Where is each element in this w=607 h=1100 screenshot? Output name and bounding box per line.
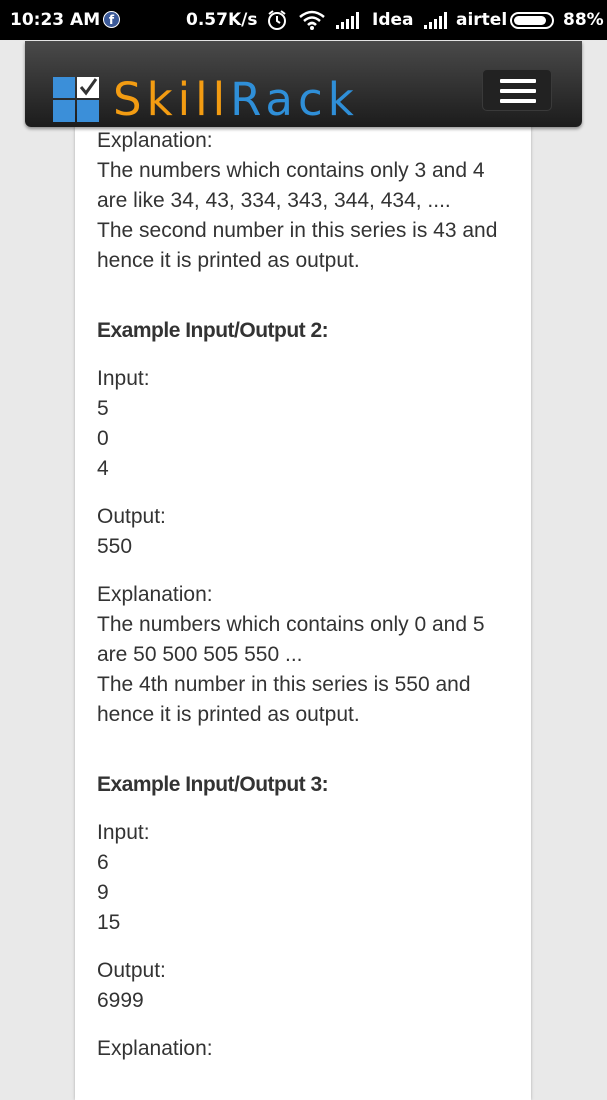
facebook-icon: f bbox=[103, 11, 120, 28]
wifi-icon bbox=[299, 10, 325, 30]
skillrack-logo-icon bbox=[53, 77, 99, 122]
signal-icon bbox=[336, 12, 359, 29]
example-2-explanation-line: The 4th number in this series is 550 and bbox=[97, 673, 471, 696]
problem-description: Explanation: The numbers which contains … bbox=[97, 126, 517, 1064]
example-2-explanation-line: hence it is printed as output. bbox=[97, 703, 360, 726]
status-time: 10:23 AM bbox=[10, 10, 101, 30]
carrier-airtel: airtel bbox=[456, 10, 508, 30]
explanation-line: The numbers which contains only 3 and 4 bbox=[97, 159, 485, 182]
explanation-line: The second number in this series is 43 a… bbox=[97, 219, 498, 242]
example-3-explanation-label: Explanation: bbox=[97, 1037, 213, 1060]
battery-percent: 88% bbox=[563, 10, 604, 30]
example-2-output-value: 550 bbox=[97, 535, 133, 558]
example-3-heading: Example Input/Output 3: bbox=[97, 773, 329, 796]
problem-content-card: Explanation: The numbers which contains … bbox=[75, 110, 531, 1100]
brand-rack: Rack bbox=[230, 73, 359, 126]
explanation-line: hence it is printed as output. bbox=[97, 249, 360, 272]
example-2-input-label: Input: bbox=[97, 367, 150, 390]
explanation-line: are like 34, 43, 334, 343, 344, 434, ...… bbox=[97, 189, 451, 212]
example-2-output-label: Output: bbox=[97, 505, 166, 528]
alarm-icon bbox=[268, 10, 286, 30]
signal-icon bbox=[424, 12, 447, 29]
battery-icon bbox=[510, 12, 554, 29]
example-2-input-line: 5 bbox=[97, 397, 109, 420]
example-3-output-value: 6999 bbox=[97, 989, 144, 1012]
brand-logo-text[interactable]: SkillRack bbox=[113, 70, 359, 130]
example-2-explanation-line: The numbers which contains only 0 and 5 bbox=[97, 613, 485, 636]
status-bar: 10:23 AM f 0.57K/s Idea airtel 88% bbox=[0, 0, 607, 40]
menu-button[interactable] bbox=[482, 69, 552, 111]
app-header: SkillRack bbox=[25, 41, 582, 127]
explanation-label: Explanation: bbox=[97, 129, 213, 152]
example-2-explanation-line: are 50 500 505 550 ... bbox=[97, 643, 303, 666]
brand-skill: Skill bbox=[113, 73, 231, 126]
network-speed: 0.57K/s bbox=[186, 10, 258, 30]
example-3-input-label: Input: bbox=[97, 821, 150, 844]
example-2-explanation-label: Explanation: bbox=[97, 583, 213, 606]
example-2-heading: Example Input/Output 2: bbox=[97, 319, 329, 342]
example-3-input-line: 6 bbox=[97, 851, 109, 874]
example-2-input-line: 0 bbox=[97, 427, 109, 450]
example-2-input-line: 4 bbox=[97, 457, 109, 480]
example-3-input-line: 9 bbox=[97, 881, 109, 904]
carrier-idea: Idea bbox=[372, 10, 414, 30]
example-3-output-label: Output: bbox=[97, 959, 166, 982]
example-3-input-line: 15 bbox=[97, 911, 121, 934]
